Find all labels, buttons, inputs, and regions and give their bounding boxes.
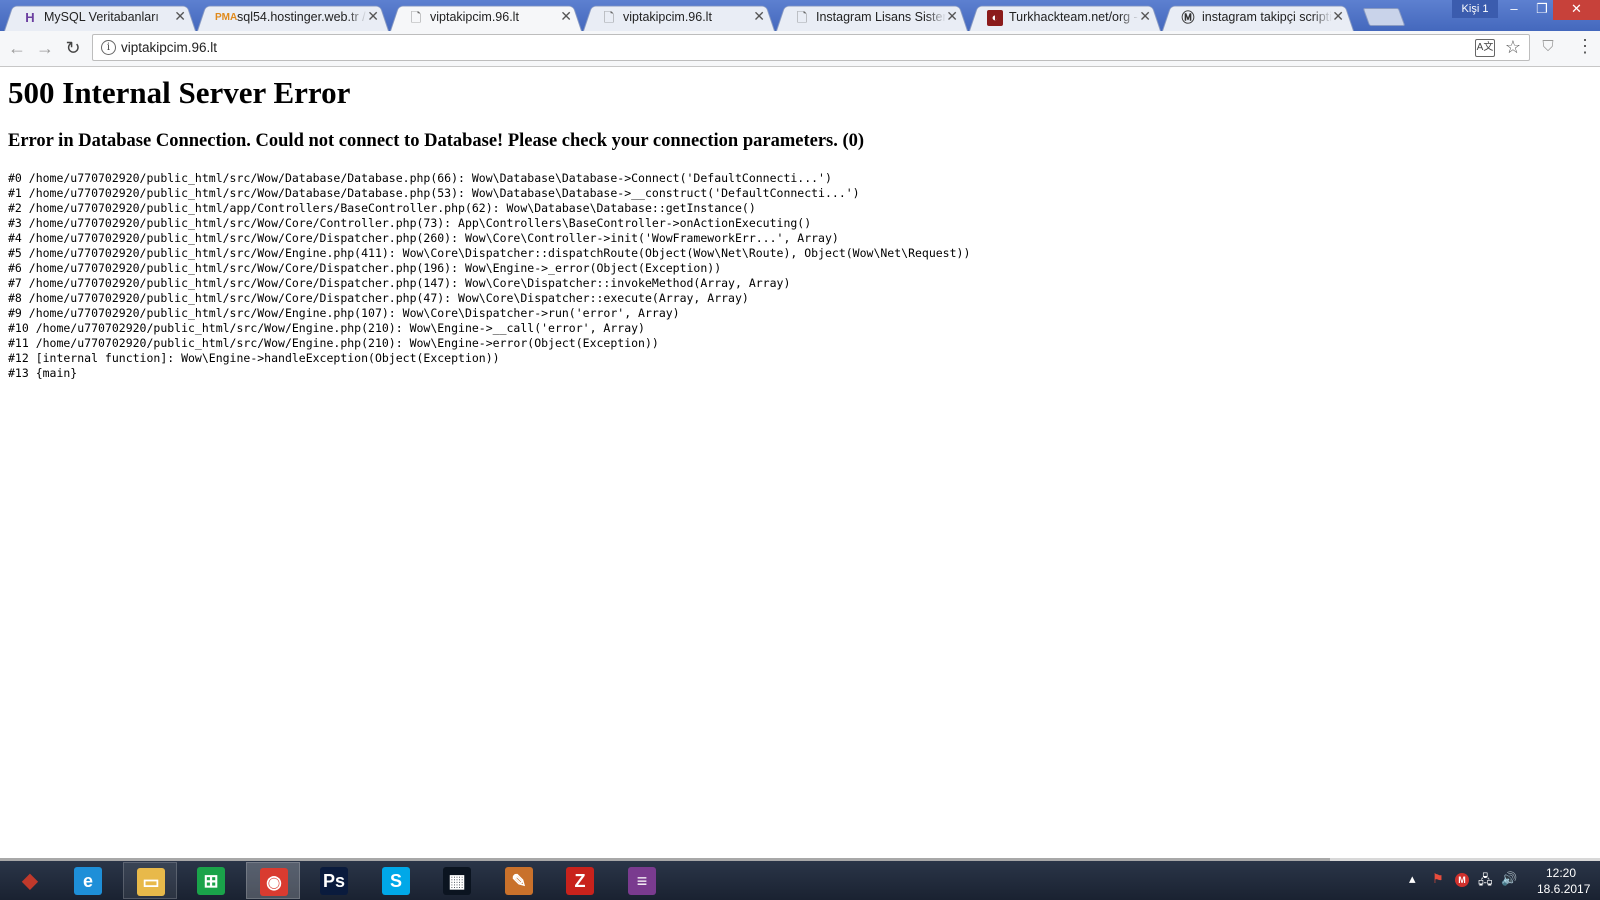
- browser-toolbar: ← → ↻ i viptakipcim.96.lt A文 ☆ ⛉ ⋮: [0, 31, 1600, 67]
- trace-line: #8 /home/u770702920/public_html/src/Wow/…: [8, 291, 749, 305]
- new-tab-button[interactable]: [1362, 8, 1406, 26]
- close-icon[interactable]: ✕: [1332, 8, 1344, 25]
- video-editor-icon: ▦: [443, 867, 471, 895]
- tab-instagram-lisans[interactable]: 🗋 Instagram Lisans Sistemi ✕: [776, 3, 968, 31]
- address-bar[interactable]: i viptakipcim.96.lt A文 ☆: [92, 34, 1530, 61]
- taskbar: ◆ e ▭ ⊞ ◉ Ps S ▦ ✎ Z ≡ ▴ ⚑ M 🖧 🔊 12:20 18.6.2017: [0, 861, 1600, 900]
- hostinger-icon: H: [25, 10, 35, 25]
- internet-explorer-icon: e: [74, 867, 102, 895]
- forward-arrow-icon[interactable]: →: [34, 37, 56, 59]
- url-text[interactable]: viptakipcim.96.lt: [121, 40, 217, 55]
- taskbar-winrar-button[interactable]: ≡: [615, 862, 669, 899]
- translate-icon[interactable]: A文: [1475, 39, 1495, 57]
- taskbar-photoshop-button[interactable]: Ps: [307, 862, 361, 899]
- tab-title: viptakipcim.96.lt: [430, 10, 519, 24]
- clock-date[interactable]: 18.6.2017: [1537, 882, 1590, 896]
- filezilla-icon: Z: [566, 867, 594, 895]
- tab-title: instagram takipçi scripti: [1202, 10, 1332, 24]
- taskbar-filezilla-button[interactable]: Z: [553, 862, 607, 899]
- trace-line: #12 [internal function]: Wow\Engine->han…: [8, 351, 500, 365]
- profile-button[interactable]: Kişi 1: [1452, 0, 1498, 18]
- winrar-icon: ≡: [628, 867, 656, 895]
- site-logo-icon: Ⓜ: [1181, 10, 1195, 25]
- stack-trace: #0 /home/u770702920/public_html/src/Wow/…: [8, 171, 970, 381]
- taskbar-store-button[interactable]: ⊞: [184, 862, 238, 899]
- tab-viptakipcim-active[interactable]: 🗋 viptakipcim.96.lt ✕: [390, 3, 582, 31]
- file-explorer-icon: ▭: [137, 868, 165, 896]
- back-arrow-icon[interactable]: ←: [6, 37, 28, 59]
- chrome-icon: ◉: [260, 868, 288, 896]
- phpmyadmin-icon: PMA: [215, 12, 238, 23]
- volume-icon[interactable]: 🔊: [1501, 871, 1517, 887]
- trace-line: #11 /home/u770702920/public_html/src/Wow…: [8, 336, 659, 350]
- carrot-app-icon: ✎: [505, 867, 533, 895]
- tab-turkhackteam[interactable]: ◐ Turkhackteam.net/org - T ✕: [969, 3, 1161, 31]
- tab-title: Instagram Lisans Sistemi: [816, 10, 946, 24]
- page-icon: 🗋: [796, 10, 808, 25]
- trace-line: #7 /home/u770702920/public_html/src/Wow/…: [8, 276, 791, 290]
- turkhackteam-icon: ◐: [987, 10, 1003, 26]
- close-icon[interactable]: ✕: [367, 8, 379, 25]
- close-icon[interactable]: ✕: [560, 8, 572, 25]
- reload-icon[interactable]: ↻: [62, 37, 84, 59]
- menu-icon[interactable]: ⋮: [1576, 37, 1594, 57]
- shield-extension-icon[interactable]: ⛉: [1540, 38, 1556, 56]
- window-close-icon[interactable]: ✕: [1553, 0, 1600, 20]
- error-heading: 500 Internal Server Error: [8, 75, 351, 110]
- trace-line: #0 /home/u770702920/public_html/src/Wow/…: [8, 171, 832, 185]
- trace-line: #1 /home/u770702920/public_html/src/Wow/…: [8, 186, 860, 200]
- start-logo-icon: ◆: [22, 870, 38, 892]
- page-icon: 🗋: [410, 10, 422, 25]
- tab-strip: H MySQL Veritabanları ✕ PMA sql54.hostin…: [0, 0, 1600, 31]
- page-icon: 🗋: [603, 10, 615, 25]
- taskbar-chrome-button[interactable]: ◉: [246, 862, 300, 899]
- bookmark-star-icon[interactable]: ☆: [1505, 37, 1521, 58]
- tab-title: sql54.hostinger.web.tr / l: [237, 10, 367, 24]
- trace-line: #5 /home/u770702920/public_html/src/Wow/…: [8, 246, 971, 260]
- trace-line: #9 /home/u770702920/public_html/src/Wow/…: [8, 306, 680, 320]
- trace-line: #3 /home/u770702920/public_html/src/Wow/…: [8, 216, 812, 230]
- trace-line: #13 {main}: [8, 366, 78, 380]
- tab-instagram-takipci[interactable]: Ⓜ instagram takipçi scripti ✕: [1162, 3, 1354, 31]
- tab-title: MySQL Veritabanları: [44, 10, 159, 24]
- page-content: 500 Internal Server Error Error in Datab…: [0, 67, 1600, 859]
- minimize-icon[interactable]: –: [1500, 0, 1528, 20]
- network-icon[interactable]: 🖧: [1478, 871, 1493, 893]
- trace-line: #2 /home/u770702920/public_html/app/Cont…: [8, 201, 756, 215]
- taskbar-internet-explorer-button[interactable]: e: [61, 862, 115, 899]
- restore-icon[interactable]: ❐: [1528, 0, 1556, 20]
- tab-phpmyadmin[interactable]: PMA sql54.hostinger.web.tr / l ✕: [197, 3, 389, 31]
- taskbar-skype-button[interactable]: S: [369, 862, 423, 899]
- info-icon[interactable]: i: [101, 40, 116, 55]
- tab-title: viptakipcim.96.lt: [623, 10, 712, 24]
- clock-time[interactable]: 12:20: [1546, 866, 1576, 880]
- close-icon[interactable]: ✕: [1139, 8, 1151, 25]
- antivirus-icon[interactable]: M: [1455, 873, 1469, 887]
- close-icon[interactable]: ✕: [174, 8, 186, 25]
- store-icon: ⊞: [197, 867, 225, 895]
- start-button[interactable]: ◆: [0, 862, 58, 899]
- taskbar-carrot-app-button[interactable]: ✎: [492, 862, 546, 899]
- skype-icon: S: [382, 867, 410, 895]
- trace-line: #4 /home/u770702920/public_html/src/Wow/…: [8, 231, 839, 245]
- error-message: Error in Database Connection. Could not …: [8, 131, 865, 151]
- tab-title: Turkhackteam.net/org - T: [1009, 10, 1139, 24]
- close-icon[interactable]: ✕: [946, 8, 958, 25]
- trace-line: #10 /home/u770702920/public_html/src/Wow…: [8, 321, 645, 335]
- close-icon[interactable]: ✕: [753, 8, 765, 25]
- taskbar-file-explorer-button[interactable]: ▭: [123, 862, 177, 899]
- trace-line: #6 /home/u770702920/public_html/src/Wow/…: [8, 261, 722, 275]
- tab-viptakipcim[interactable]: 🗋 viptakipcim.96.lt ✕: [583, 3, 775, 31]
- flag-icon[interactable]: ⚑: [1432, 871, 1444, 887]
- tab-mysql[interactable]: H MySQL Veritabanları ✕: [4, 3, 196, 31]
- show-hidden-icons-icon[interactable]: ▴: [1409, 871, 1416, 887]
- photoshop-icon: Ps: [320, 867, 348, 895]
- taskbar-video-editor-button[interactable]: ▦: [430, 862, 484, 899]
